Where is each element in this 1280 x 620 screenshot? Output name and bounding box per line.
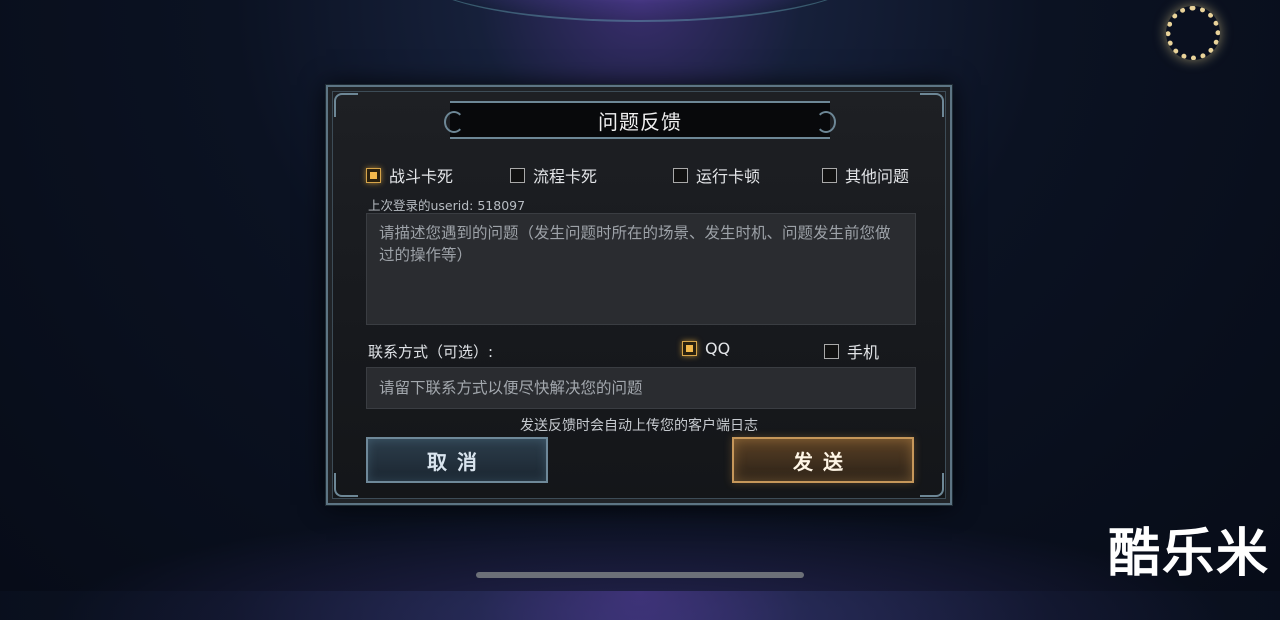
corner-ornament xyxy=(334,473,358,497)
checkbox-unchecked-icon xyxy=(673,167,688,183)
checkbox-label: 手机 xyxy=(847,343,880,362)
dialog-title-plate: 问题反馈 xyxy=(444,101,836,139)
home-indicator[interactable] xyxy=(476,572,804,578)
log-upload-notice: 发送反馈时会自动上传您的客户端日志 xyxy=(520,418,758,434)
checkbox-label: 流程卡死 xyxy=(533,167,598,186)
checkbox-flow-freeze[interactable]: 流程卡死 xyxy=(510,163,597,187)
checkbox-contact-qq[interactable]: QQ xyxy=(682,339,730,358)
checkbox-combat-freeze[interactable]: 战斗卡死 xyxy=(366,163,453,187)
checkbox-label: 运行卡顿 xyxy=(696,167,761,186)
contact-label: 联系方式（可选）: xyxy=(368,343,494,361)
checkbox-unchecked-icon xyxy=(824,343,839,359)
checkbox-lag[interactable]: 运行卡顿 xyxy=(673,163,760,187)
dialog-title: 问题反馈 xyxy=(598,109,682,134)
send-button[interactable]: 发送 xyxy=(732,437,914,483)
description-textarea[interactable]: 请描述您遇到的问题（发生问题时所在的场景、发生时机、问题发生前您做过的操作等） xyxy=(366,213,916,325)
checkbox-label: 其他问题 xyxy=(845,167,910,186)
cancel-button[interactable]: 取消 xyxy=(366,437,548,483)
checkbox-unchecked-icon xyxy=(822,167,837,183)
checkbox-label: QQ xyxy=(705,339,731,358)
userid-text: 上次登录的userid: 518097 xyxy=(368,198,526,213)
corner-ornament xyxy=(334,93,358,117)
contact-input[interactable]: 请留下联系方式以便尽快解决您的问题 xyxy=(366,367,916,409)
checkbox-other[interactable]: 其他问题 xyxy=(822,163,909,187)
loading-ring-icon xyxy=(1166,6,1220,60)
watermark-logo: 酷乐米 xyxy=(1108,524,1271,584)
ornament-left-icon xyxy=(444,111,464,133)
corner-ornament xyxy=(920,93,944,117)
ornament-right-icon xyxy=(816,111,836,133)
checkbox-label: 战斗卡死 xyxy=(389,167,454,186)
issue-type-group: 战斗卡死 流程卡死 运行卡顿 其他问题 xyxy=(366,163,916,187)
checkbox-unchecked-icon xyxy=(510,167,525,183)
checkbox-contact-phone[interactable]: 手机 xyxy=(824,339,879,363)
feedback-dialog: 问题反馈 战斗卡死 流程卡死 运行卡顿 其他问题 上次登录的userid: 51… xyxy=(326,85,952,505)
background-glow-bottom xyxy=(0,500,1280,620)
background-glow-top xyxy=(420,0,860,22)
checkbox-checked-icon xyxy=(366,167,381,183)
checkbox-checked-icon xyxy=(682,341,697,356)
corner-ornament xyxy=(920,473,944,497)
